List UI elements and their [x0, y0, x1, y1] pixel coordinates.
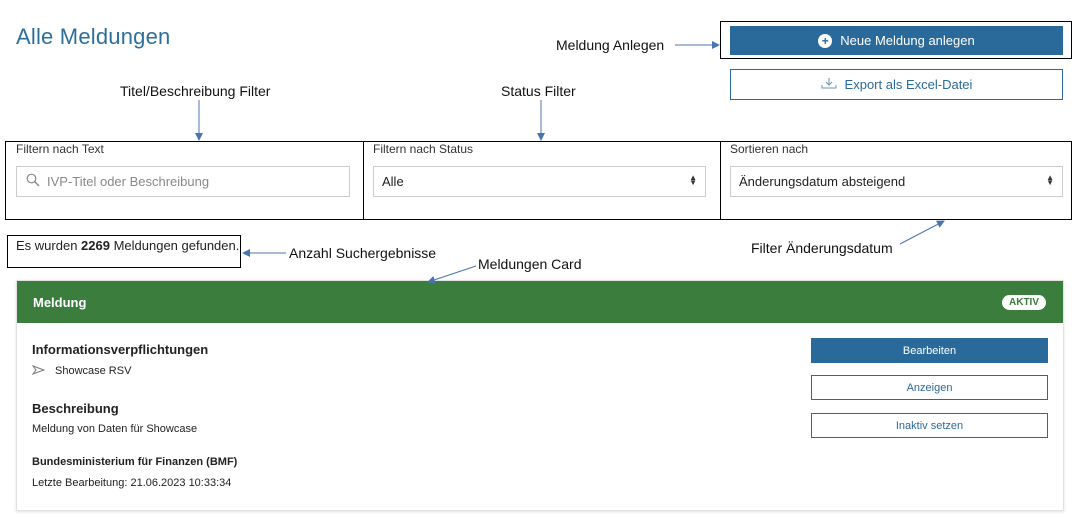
annotation-status-filter: Status Filter	[501, 83, 576, 99]
description-text: Meldung von Daten für Showcase	[32, 423, 198, 435]
description-title: Beschreibung	[32, 401, 119, 416]
organization: Bundesministerium für Finanzen (BMF)	[32, 456, 238, 468]
new-meldung-button[interactable]: + Neue Meldung anlegen	[730, 26, 1063, 55]
status-badge: AKTIV	[1001, 293, 1047, 311]
card-header: Meldung AKTIV	[17, 281, 1063, 323]
new-meldung-label: Neue Meldung anlegen	[840, 33, 975, 48]
export-label: Export als Excel-Datei	[844, 77, 973, 92]
view-button[interactable]: Anzeigen	[811, 375, 1048, 400]
info-item-label: Showcase RSV	[55, 365, 132, 377]
annotation-card: Meldungen Card	[478, 256, 582, 272]
page-title: Alle Meldungen	[16, 24, 171, 49]
arrow-right-icon	[31, 362, 46, 380]
card-header-title: Meldung	[33, 294, 87, 310]
info-item: Showcase RSV	[31, 362, 132, 380]
last-edit: Letzte Bearbeitung: 21.06.2023 10:33:34	[32, 477, 232, 489]
text-filter-input[interactable]: IVP-Titel oder Beschreibung	[16, 166, 350, 197]
status-filter-label: Filtern nach Status	[373, 142, 474, 156]
results-prefix: Es wurden	[16, 238, 82, 253]
sort-value: Änderungsdatum absteigend	[739, 174, 906, 189]
plus-circle-icon: +	[818, 33, 833, 48]
search-icon	[26, 173, 40, 190]
deactivate-button[interactable]: Inaktiv setzen	[811, 413, 1048, 438]
status-filter-select[interactable]: Alle ▲ ▼	[373, 166, 706, 197]
select-arrows-icon: ▲ ▼	[689, 173, 697, 187]
select-arrows-icon: ▲ ▼	[1046, 173, 1054, 187]
annotation-meldung-anlegen: Meldung Anlegen	[556, 37, 665, 53]
results-suffix: Meldungen gefunden.	[109, 238, 240, 253]
annotation-anzahl: Anzahl Suchergebnisse	[289, 245, 437, 261]
text-filter-label: Filtern nach Text	[16, 142, 104, 156]
annotation-title-filter: Titel/Beschreibung Filter	[120, 83, 271, 99]
download-icon	[821, 77, 837, 92]
arrow-to-sort	[899, 220, 945, 245]
sort-filter-label: Sortieren nach	[730, 142, 809, 156]
sort-select[interactable]: Änderungsdatum absteigend ▲ ▼	[730, 166, 1063, 197]
annotation-aenderungsdatum: Filter Änderungsdatum	[751, 240, 893, 256]
text-filter-placeholder: IVP-Titel oder Beschreibung	[47, 174, 210, 189]
export-excel-button[interactable]: Export als Excel-Datei	[730, 69, 1063, 100]
results-count-text: Es wurden 2269 Meldungen gefunden.	[16, 238, 239, 253]
results-count: 2269	[81, 238, 110, 253]
status-filter-value: Alle	[382, 174, 404, 189]
info-title: Informationsverpflichtungen	[32, 342, 209, 357]
edit-button[interactable]: Bearbeiten	[811, 338, 1048, 363]
